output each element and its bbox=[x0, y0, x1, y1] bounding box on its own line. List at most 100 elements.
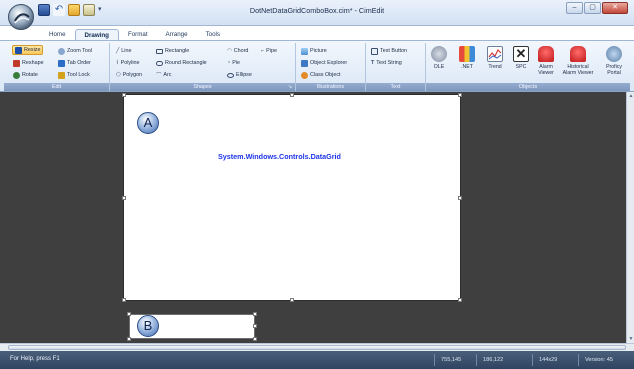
line-icon: ╱ bbox=[116, 48, 120, 54]
tab-order-button[interactable]: Tab Order bbox=[58, 58, 91, 68]
dialog-launcher-icon[interactable]: ↘ bbox=[287, 84, 293, 90]
portal-icon bbox=[606, 46, 622, 62]
status-help-text: For Help, press F1 bbox=[10, 356, 60, 362]
text-group: Text Button T Text String Text bbox=[366, 43, 426, 91]
illustrations-group: Picture Object Explorer Class Object Ill… bbox=[296, 43, 366, 91]
tool-lock-button[interactable]: Tool Lock bbox=[58, 70, 90, 80]
scroll-up-icon[interactable]: ▲ bbox=[628, 93, 634, 99]
resize-button[interactable]: Resize bbox=[12, 45, 44, 55]
window-controls: – ▢ ✕ bbox=[566, 2, 628, 14]
round-rectangle-tool[interactable]: Round Rectangle bbox=[156, 58, 207, 68]
status-bar: For Help, press F1 755,145 186,122 144x2… bbox=[0, 351, 634, 369]
shapes-group-label: Shapes bbox=[110, 83, 295, 91]
resize-handle-br[interactable] bbox=[458, 298, 462, 302]
arc-icon: ⌒ bbox=[156, 73, 162, 79]
trend-icon bbox=[487, 46, 503, 62]
historical-alarm-icon bbox=[570, 46, 586, 62]
resize-handle-bl[interactable] bbox=[122, 298, 126, 302]
combo-handle-mr[interactable] bbox=[253, 324, 257, 328]
ribbon: Resize Zoom Tool Reshape Tab Order Rotat… bbox=[0, 40, 634, 92]
ellipse-icon bbox=[227, 72, 234, 78]
text-string-tool[interactable]: T Text String bbox=[371, 58, 402, 68]
tab-order-icon bbox=[58, 59, 65, 67]
arc-tool[interactable]: ⌒ Arc bbox=[156, 70, 172, 80]
zoom-tool-button[interactable]: Zoom Tool bbox=[58, 46, 92, 56]
ole-icon bbox=[431, 46, 447, 62]
line-tool[interactable]: ╱ Line bbox=[116, 46, 131, 56]
horizontal-scroll-thumb[interactable] bbox=[8, 345, 626, 350]
alarm-viewer-button[interactable]: Alarm Viewer bbox=[533, 46, 559, 76]
resize-handle-bc[interactable] bbox=[290, 298, 294, 302]
picture-button[interactable]: Picture bbox=[301, 46, 327, 56]
rectangle-tool[interactable]: Rectangle bbox=[156, 46, 189, 56]
polygon-icon: ⬠ bbox=[116, 72, 121, 78]
combo-handle-tr[interactable] bbox=[253, 312, 257, 316]
horizontal-scrollbar[interactable] bbox=[0, 343, 634, 351]
object-explorer-button[interactable]: Object Explorer bbox=[301, 58, 347, 68]
dotnet-icon bbox=[459, 46, 475, 62]
polyline-tool[interactable]: ⌇ Polyline bbox=[116, 58, 140, 68]
datagrid-type-label: System.Windows.Controls.DataGrid bbox=[218, 152, 341, 161]
round-rectangle-icon bbox=[156, 60, 163, 66]
chord-tool[interactable]: ◠ Chord bbox=[227, 46, 248, 56]
status-object-position: 186,122 bbox=[476, 354, 503, 366]
vertical-scrollbar[interactable]: ▲ ▼ bbox=[626, 92, 634, 343]
ole-button[interactable]: OLE bbox=[426, 46, 452, 70]
chord-icon: ◠ bbox=[227, 48, 232, 54]
text-group-label: Text bbox=[366, 83, 425, 91]
edit-group: Resize Zoom Tool Reshape Tab Order Rotat… bbox=[4, 43, 110, 91]
combo-handle-br[interactable] bbox=[253, 337, 257, 341]
maximize-button[interactable]: ▢ bbox=[584, 2, 601, 14]
pipe-tool[interactable]: ⌐ Pipe bbox=[261, 46, 277, 56]
minimize-button[interactable]: – bbox=[566, 2, 583, 14]
pie-tool[interactable]: ◔ Pie bbox=[227, 58, 240, 68]
zoom-icon bbox=[58, 47, 65, 55]
proficy-portal-button[interactable]: Proficy Portal bbox=[600, 46, 628, 76]
pipe-icon: ⌐ bbox=[261, 48, 265, 54]
object-explorer-icon bbox=[301, 59, 308, 67]
reshape-icon bbox=[13, 59, 20, 67]
historical-alarm-viewer-button[interactable]: Historical Alarm Viewer bbox=[561, 46, 595, 76]
edit-group-label: Edit bbox=[4, 83, 109, 91]
text-string-icon: T bbox=[371, 60, 375, 66]
reshape-button[interactable]: Reshape bbox=[13, 58, 44, 68]
status-version: Version: 45 bbox=[578, 354, 613, 366]
dotnet-button[interactable]: .NET bbox=[454, 46, 480, 70]
resize-handle-tr[interactable] bbox=[458, 93, 462, 97]
polygon-tool[interactable]: ⬠ Polygon bbox=[116, 70, 142, 80]
alarm-icon bbox=[538, 46, 554, 62]
ellipse-tool[interactable]: Ellipse bbox=[227, 70, 252, 80]
trend-button[interactable]: Trend bbox=[482, 46, 508, 70]
text-button-icon bbox=[371, 47, 378, 55]
polyline-icon: ⌇ bbox=[116, 60, 119, 66]
status-object-size: 144x29 bbox=[532, 354, 557, 366]
combo-handle-tl[interactable] bbox=[127, 312, 131, 316]
resize-handle-ml[interactable] bbox=[122, 196, 126, 200]
datagrid-object[interactable] bbox=[124, 95, 460, 300]
spc-button[interactable]: ✕ SPC bbox=[508, 46, 534, 70]
class-object-icon bbox=[301, 71, 308, 79]
objects-group: OLE .NET Trend ✕ SPC Alarm Viewer Histor… bbox=[426, 43, 630, 91]
resize-handle-tc[interactable] bbox=[290, 93, 294, 97]
resize-handle-mr[interactable] bbox=[458, 196, 462, 200]
combo-handle-bl[interactable] bbox=[127, 337, 131, 341]
spc-icon: ✕ bbox=[513, 46, 529, 62]
callout-marker-b: B bbox=[137, 315, 159, 337]
text-button-tool[interactable]: Text Button bbox=[371, 46, 407, 56]
illustrations-group-label: Illustrations bbox=[296, 83, 365, 91]
status-cursor-position: 755,145 bbox=[434, 354, 461, 366]
scroll-down-icon[interactable]: ▼ bbox=[628, 336, 634, 342]
callout-marker-a: A bbox=[137, 112, 159, 134]
pie-icon: ◔ bbox=[227, 60, 231, 66]
close-button[interactable]: ✕ bbox=[602, 2, 628, 14]
rotate-icon bbox=[13, 71, 20, 79]
window-title: DotNetDataGridComboBox.cim* - CimEdit bbox=[249, 6, 385, 15]
resize-handle-tl[interactable] bbox=[122, 93, 126, 97]
picture-icon bbox=[301, 47, 308, 55]
class-object-button[interactable]: Class Object bbox=[301, 70, 341, 80]
title-bar: ↶ ▾ DotNetDataGridComboBox.cim* - CimEdi… bbox=[0, 0, 634, 26]
application-menu-button[interactable] bbox=[8, 4, 34, 30]
objects-group-label: Objects bbox=[426, 83, 630, 91]
shapes-group: ╱ Line Rectangle ◠ Chord ⌐ Pipe ⌇ Polyli… bbox=[110, 43, 296, 91]
rotate-button[interactable]: Rotate bbox=[13, 70, 38, 80]
